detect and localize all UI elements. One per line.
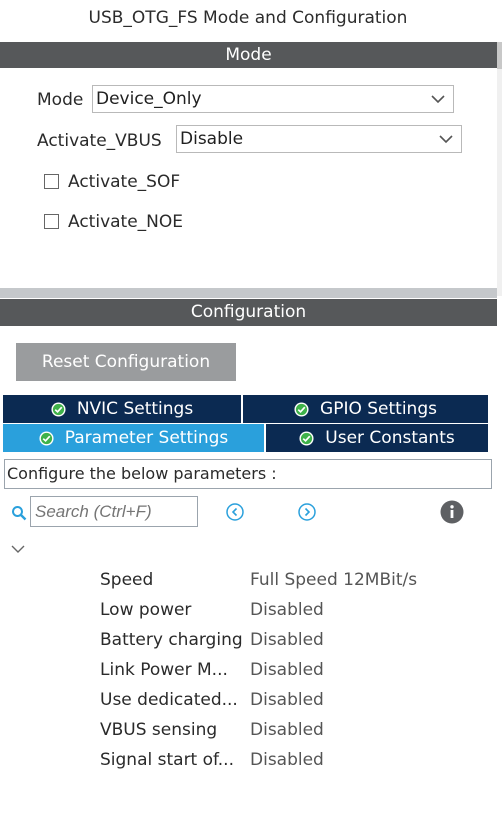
scrollbar-track[interactable]	[497, 42, 502, 69]
panel-splitter[interactable]	[0, 288, 497, 298]
check-circle-icon	[294, 401, 309, 417]
tab-label: NVIC Settings	[76, 399, 194, 419]
checkbox-box[interactable]	[44, 174, 59, 189]
param-value[interactable]: Disabled	[250, 630, 324, 650]
param-value[interactable]: Disabled	[250, 720, 324, 740]
mode-select[interactable]: Device_Only	[92, 85, 454, 113]
window-title: USB_OTG_FS Mode and Configuration	[88, 8, 408, 28]
param-name[interactable]: Battery charging	[100, 630, 243, 650]
mode-label: Mode	[37, 90, 84, 110]
tab-gpio-settings[interactable]: GPIO Settings	[243, 395, 488, 423]
param-value[interactable]: Full Speed 12MBit/s	[250, 570, 417, 590]
mode-select-value: Device_Only	[96, 89, 202, 109]
tab-label: Parameter Settings	[64, 428, 229, 448]
param-value[interactable]: Disabled	[250, 690, 324, 710]
info-icon[interactable]	[440, 500, 464, 524]
param-name[interactable]: VBUS sensing	[100, 720, 217, 740]
param-value[interactable]: Disabled	[250, 750, 324, 770]
chevron-down-icon	[439, 135, 453, 144]
param-name[interactable]: Speed	[100, 570, 153, 590]
activate-sof-checkbox[interactable]: Activate_SOF	[44, 172, 180, 192]
param-name[interactable]: Link Power M...	[100, 660, 228, 680]
chevron-down-icon	[431, 95, 445, 104]
param-name[interactable]: Signal start of...	[100, 750, 234, 770]
tab-user-constants[interactable]: User Constants	[266, 424, 488, 452]
tab-parameter-settings[interactable]: Parameter Settings	[3, 424, 264, 452]
vbus-select-value: Disable	[180, 129, 244, 149]
activate-sof-label: Activate_SOF	[68, 172, 181, 192]
chevron-down-icon[interactable]	[11, 543, 25, 555]
next-icon[interactable]	[298, 503, 316, 521]
check-circle-icon	[51, 401, 66, 417]
parameters-description: Configure the below parameters :	[4, 459, 492, 489]
param-name[interactable]: Use dedicated...	[100, 690, 238, 710]
tab-nvic-settings[interactable]: NVIC Settings	[3, 395, 241, 423]
mode-scrollbar[interactable]	[497, 69, 502, 296]
vbus-label: Activate_VBUS	[37, 131, 162, 151]
mode-header: Mode	[0, 42, 497, 69]
search-input[interactable]	[30, 496, 198, 527]
param-name[interactable]: Low power	[100, 600, 191, 620]
activate-noe-checkbox[interactable]: Activate_NOE	[44, 212, 183, 232]
param-value[interactable]: Disabled	[250, 600, 324, 620]
tab-label: GPIO Settings	[320, 399, 437, 419]
previous-icon[interactable]	[226, 503, 244, 521]
check-circle-icon	[299, 430, 314, 446]
configuration-header: Configuration	[0, 299, 497, 326]
checkbox-box[interactable]	[44, 214, 59, 229]
reset-configuration-button[interactable]: Reset Configuration	[16, 343, 236, 381]
vbus-select[interactable]: Disable	[176, 125, 462, 153]
check-circle-icon	[39, 430, 54, 446]
tab-label: User Constants	[325, 428, 455, 448]
activate-noe-label: Activate_NOE	[68, 212, 184, 232]
param-value[interactable]: Disabled	[250, 660, 324, 680]
search-icon[interactable]	[11, 505, 27, 521]
